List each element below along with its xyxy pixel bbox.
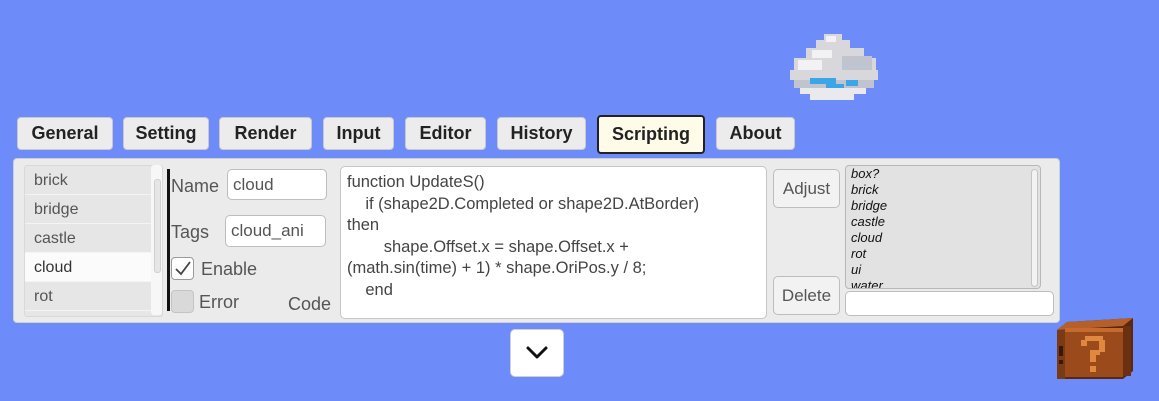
- enable-checkbox[interactable]: [171, 257, 194, 280]
- tag-item[interactable]: box?: [846, 166, 1040, 182]
- list-item[interactable]: brick: [25, 166, 162, 195]
- adjust-button[interactable]: Adjust: [773, 169, 840, 208]
- tab-label: Input: [336, 123, 381, 143]
- tag-item[interactable]: castle: [846, 214, 1040, 230]
- list-item[interactable]: bridge: [25, 195, 162, 224]
- tab-label: Editor: [419, 123, 472, 143]
- tab-scripting[interactable]: Scripting: [597, 115, 705, 154]
- tag-item[interactable]: cloud: [846, 230, 1040, 246]
- scrollbar-thumb[interactable]: [154, 179, 161, 273]
- tab-label: General: [31, 123, 99, 143]
- tab-about[interactable]: About: [716, 117, 795, 150]
- list-divider[interactable]: [167, 169, 170, 311]
- tags-label: Tags: [171, 222, 210, 242]
- list-item[interactable]: rot: [25, 282, 162, 311]
- tab-label: Render: [234, 123, 297, 143]
- list-item-selected[interactable]: cloud: [25, 253, 162, 282]
- delete-button[interactable]: Delete: [773, 276, 840, 315]
- tab-label: About: [729, 123, 782, 143]
- code-label: Code: [288, 294, 332, 314]
- question-block-image: [1057, 318, 1133, 379]
- enable-label: Enable: [201, 259, 258, 279]
- chevron-down-icon: [526, 346, 548, 359]
- code-editor[interactable]: function UpdateS() if (shape2D.Completed…: [340, 166, 767, 319]
- name-field[interactable]: cloud: [227, 169, 327, 200]
- shape-list[interactable]: brick bridge castle cloud rot: [24, 165, 163, 317]
- tab-render[interactable]: Render: [219, 117, 312, 150]
- tag-item[interactable]: rot: [846, 246, 1040, 262]
- list-item[interactable]: castle: [25, 224, 162, 253]
- shape-list-scrollbar[interactable]: [151, 165, 162, 315]
- tag-input[interactable]: [845, 291, 1054, 316]
- tags-field[interactable]: cloud_ani: [225, 215, 326, 247]
- scripting-panel: brick bridge castle cloud rot Name cloud…: [13, 158, 1060, 323]
- tab-general[interactable]: General: [17, 117, 113, 150]
- tag-item[interactable]: ui: [846, 262, 1040, 278]
- tab-editor[interactable]: Editor: [405, 117, 486, 150]
- tab-label: Setting: [135, 123, 197, 143]
- error-label: Error: [199, 292, 239, 312]
- tag-list-scrollbar[interactable]: [1031, 169, 1038, 287]
- checkmark-icon: [175, 261, 191, 276]
- tag-item[interactable]: water: [846, 278, 1040, 288]
- tag-list[interactable]: box? brick bridge castle cloud rot ui wa…: [845, 165, 1041, 289]
- tab-setting[interactable]: Setting: [123, 117, 209, 150]
- tab-label: Scripting: [611, 124, 690, 144]
- tag-item[interactable]: brick: [846, 182, 1040, 198]
- name-label: Name: [171, 176, 220, 196]
- tab-input[interactable]: Input: [323, 117, 394, 150]
- expand-button[interactable]: [510, 329, 564, 377]
- tab-history[interactable]: History: [497, 117, 586, 150]
- error-checkbox[interactable]: [171, 290, 194, 313]
- tab-label: History: [510, 123, 573, 143]
- tag-item[interactable]: bridge: [846, 198, 1040, 214]
- cloud-sprite-image: [790, 34, 878, 100]
